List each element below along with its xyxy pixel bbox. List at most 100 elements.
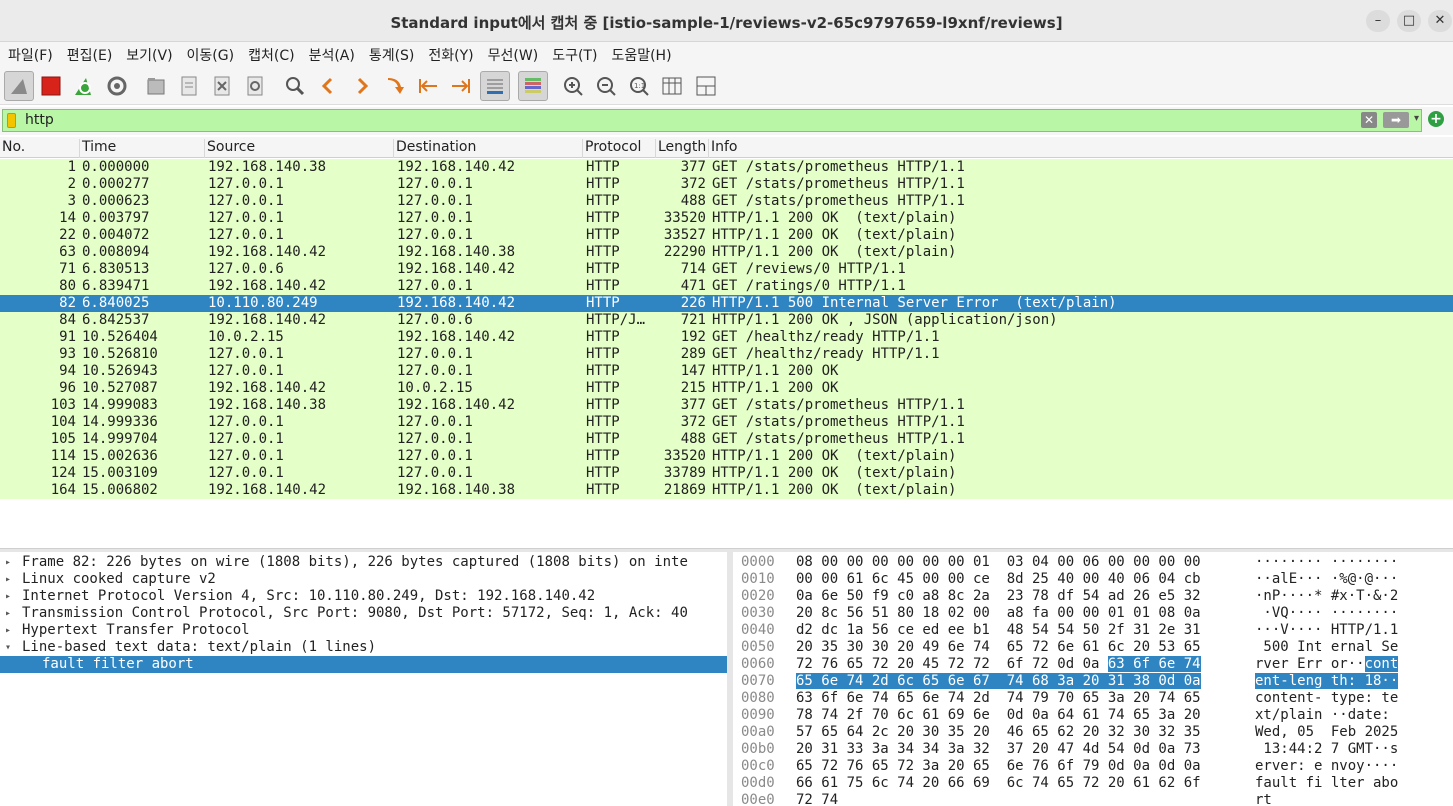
minimize-button[interactable]: – (1366, 10, 1390, 32)
hex-ascii[interactable]: erver: e nvoy···· (1255, 758, 1398, 775)
detail-tree-item[interactable]: ▸ Transmission Control Protocol, Src Port… (0, 605, 727, 622)
packet-row[interactable]: 80 6.839471 192.168.140.42 127.0.0.1 HTTP 471… (0, 278, 1453, 295)
packet-row[interactable]: 104 14.999336 127.0.0.1 127.0.0.1 HTTP 372 GET… (0, 414, 1453, 431)
hex-bytes[interactable]: 08 00 00 00 00 00 00 01 03 04 00 06 00 0… (796, 554, 1201, 571)
hex-bytes[interactable]: 66 61 75 6c 74 20 66 69 6c 74 65 72 20 6… (796, 775, 1201, 792)
column-no[interactable]: No. (0, 139, 25, 158)
packet-row[interactable]: 2 0.000277 127.0.0.1 127.0.0.1 HTTP 372 GET /s… (0, 176, 1453, 193)
hex-ascii[interactable]: content- type: te (1255, 690, 1398, 707)
stop-capture-icon[interactable] (36, 71, 66, 101)
menu-statistics[interactable]: 통계(S) (369, 45, 415, 65)
hex-ascii[interactable]: rt (1255, 792, 1272, 806)
column-time[interactable]: Time (79, 139, 116, 158)
maximize-button[interactable]: □ (1397, 10, 1421, 32)
collapsed-arrow-icon[interactable]: ▸ (5, 554, 17, 571)
normal-size-icon[interactable]: 1:1 (624, 71, 654, 101)
hex-bytes[interactable]: 57 65 64 2c 20 30 35 20 46 65 62 20 32 3… (796, 724, 1201, 741)
chevron-down-icon[interactable]: ▾ (1414, 113, 1419, 124)
packet-row[interactable]: 96 10.527087 192.168.140.42 10.0.2.15 HTTP 21… (0, 380, 1453, 397)
detail-tree-item[interactable]: ▾ Line-based text data: text/plain (1 lin… (0, 639, 727, 656)
detail-tree-item[interactable]: ▸ Internet Protocol Version 4, Src: 10.11… (0, 588, 727, 605)
packet-row[interactable]: 14 0.003797 127.0.0.1 127.0.0.1 HTTP 33520 HTT… (0, 210, 1453, 227)
hex-bytes[interactable]: 20 35 30 30 20 49 6e 74 65 72 6e 61 6c 2… (796, 639, 1201, 656)
close-button[interactable]: ✕ (1428, 10, 1452, 32)
column-info[interactable]: Info (708, 139, 738, 158)
hex-ascii[interactable]: xt/plain ··date: (1255, 707, 1398, 724)
close-file-icon[interactable] (207, 71, 237, 101)
hex-ascii[interactable]: 13:44:2 7 GMT··s (1255, 741, 1398, 758)
menu-tools[interactable]: 도구(T) (552, 45, 597, 65)
clear-filter-button[interactable]: ✕ (1361, 112, 1377, 128)
packet-row[interactable]: 63 0.008094 192.168.140.42 192.168.140.38 HT… (0, 244, 1453, 261)
menu-view[interactable]: 보기(V) (126, 45, 172, 65)
find-packet-icon[interactable] (280, 71, 310, 101)
detail-tree-item[interactable]: ▸ Frame 82: 226 bytes on wire (1808 bits)… (0, 554, 727, 571)
bookmark-icon[interactable] (7, 113, 16, 128)
menu-capture[interactable]: 캡처(C) (248, 45, 294, 65)
menu-file[interactable]: 파일(F) (8, 45, 53, 65)
column-length[interactable]: Length (655, 139, 706, 158)
hex-ascii[interactable]: Wed, 05 Feb 2025 (1255, 724, 1398, 741)
save-file-icon[interactable] (174, 71, 204, 101)
menu-help[interactable]: 도움말(H) (611, 45, 671, 65)
packet-row[interactable]: 1 0.000000 192.168.140.38 192.168.140.42 HTT… (0, 159, 1453, 176)
hex-ascii[interactable]: ·nP····* #x·T·&·2 (1255, 588, 1398, 605)
hex-bytes[interactable]: 72 74 (796, 792, 838, 806)
hex-bytes[interactable]: 72 76 65 72 20 45 72 72 6f 72 0d 0a 63 6… (796, 656, 1201, 673)
add-filter-button[interactable]: + (1428, 111, 1444, 127)
resize-columns-icon[interactable] (657, 71, 687, 101)
zoom-out-icon[interactable] (591, 71, 621, 101)
layout-icon[interactable] (691, 71, 721, 101)
column-protocol[interactable]: Protocol (582, 139, 641, 158)
hex-bytes[interactable]: 20 31 33 3a 34 34 3a 32 37 20 47 4d 54 0… (796, 741, 1201, 758)
display-filter-input[interactable]: http ✕ ➡ ▾ (2, 109, 1422, 132)
detail-tree-item[interactable]: ▸ Linux cooked capture v2 (0, 571, 727, 588)
go-forward-icon[interactable] (347, 71, 377, 101)
shark-fin-icon[interactable] (4, 71, 34, 101)
menu-go[interactable]: 이동(G) (187, 45, 235, 65)
packet-row[interactable]: 105 14.999704 127.0.0.1 127.0.0.1 HTTP 488 GET… (0, 431, 1453, 448)
packet-row[interactable]: 84 6.842537 192.168.140.42 127.0.0.6 HTTP/J…… (0, 312, 1453, 329)
collapsed-arrow-icon[interactable]: ▸ (5, 622, 17, 639)
menu-analyze[interactable]: 분석(A) (309, 45, 355, 65)
packet-row[interactable]: 103 14.999083 192.168.140.38 192.168.140.42… (0, 397, 1453, 414)
hex-ascii[interactable]: ent-leng th: 18·· (1255, 673, 1399, 690)
column-source[interactable]: Source (204, 139, 255, 158)
apply-filter-button[interactable]: ➡ (1383, 112, 1409, 128)
hex-ascii[interactable]: ·VQ···· ········ (1255, 605, 1398, 622)
hex-ascii[interactable]: fault fi lter abo (1255, 775, 1398, 792)
collapsed-arrow-icon[interactable]: ▸ (5, 588, 17, 605)
open-file-icon[interactable] (141, 71, 171, 101)
hex-bytes[interactable]: 65 6e 74 2d 6c 65 6e 67 74 68 3a 20 31 3… (796, 673, 1201, 690)
colorize-icon[interactable] (518, 71, 548, 101)
hex-ascii[interactable]: ········ ········ (1255, 554, 1398, 571)
hex-bytes[interactable]: 00 00 61 6c 45 00 00 ce 8d 25 40 00 40 0… (796, 571, 1201, 588)
go-back-icon[interactable] (313, 71, 343, 101)
menu-telephony[interactable]: 전화(Y) (428, 45, 473, 65)
go-to-packet-icon[interactable] (380, 71, 410, 101)
zoom-in-icon[interactable] (558, 71, 588, 101)
hex-ascii[interactable]: 500 Int ernal Se (1255, 639, 1398, 656)
auto-scroll-icon[interactable] (480, 71, 510, 101)
capture-options-icon[interactable] (102, 71, 132, 101)
menu-wireless[interactable]: 무선(W) (488, 45, 539, 65)
packet-row[interactable]: 3 0.000623 127.0.0.1 127.0.0.1 HTTP 488 GET /s… (0, 193, 1453, 210)
detail-tree-item[interactable]: fault filter abort (0, 656, 727, 673)
hex-ascii[interactable]: ··alE··· ·%@·@··· (1255, 571, 1398, 588)
packet-row[interactable]: 124 15.003109 127.0.0.1 127.0.0.1 HTTP 33789 H… (0, 465, 1453, 482)
hex-bytes[interactable]: 63 6f 6e 74 65 6e 74 2d 74 79 70 65 3a 2… (796, 690, 1201, 707)
packet-row[interactable]: 93 10.526810 127.0.0.1 127.0.0.1 HTTP 289 GET … (0, 346, 1453, 363)
hex-ascii[interactable]: rver Err or··cont (1255, 656, 1399, 673)
hex-bytes[interactable]: 65 72 76 65 72 3a 20 65 6e 76 6f 79 0d 0… (796, 758, 1201, 775)
go-first-icon[interactable] (413, 71, 443, 101)
hex-bytes[interactable]: 20 8c 56 51 80 18 02 00 a8 fa 00 00 01 0… (796, 605, 1201, 622)
packet-row[interactable]: 164 15.006802 192.168.140.42 192.168.140.38… (0, 482, 1453, 499)
packet-row[interactable]: 22 0.004072 127.0.0.1 127.0.0.1 HTTP 33527 HTT… (0, 227, 1453, 244)
packet-row[interactable]: 91 10.526404 10.0.2.15 192.168.140.42 HTTP 19… (0, 329, 1453, 346)
collapsed-arrow-icon[interactable]: ▸ (5, 571, 17, 588)
packet-row[interactable]: 94 10.526943 127.0.0.1 127.0.0.1 HTTP 147 HTTP… (0, 363, 1453, 380)
collapsed-arrow-icon[interactable]: ▸ (5, 605, 17, 622)
packet-row[interactable]: 71 6.830513 127.0.0.6 192.168.140.42 HTTP 714… (0, 261, 1453, 278)
reload-file-icon[interactable] (240, 71, 270, 101)
detail-tree-item[interactable]: ▸ Hypertext Transfer Protocol (0, 622, 727, 639)
